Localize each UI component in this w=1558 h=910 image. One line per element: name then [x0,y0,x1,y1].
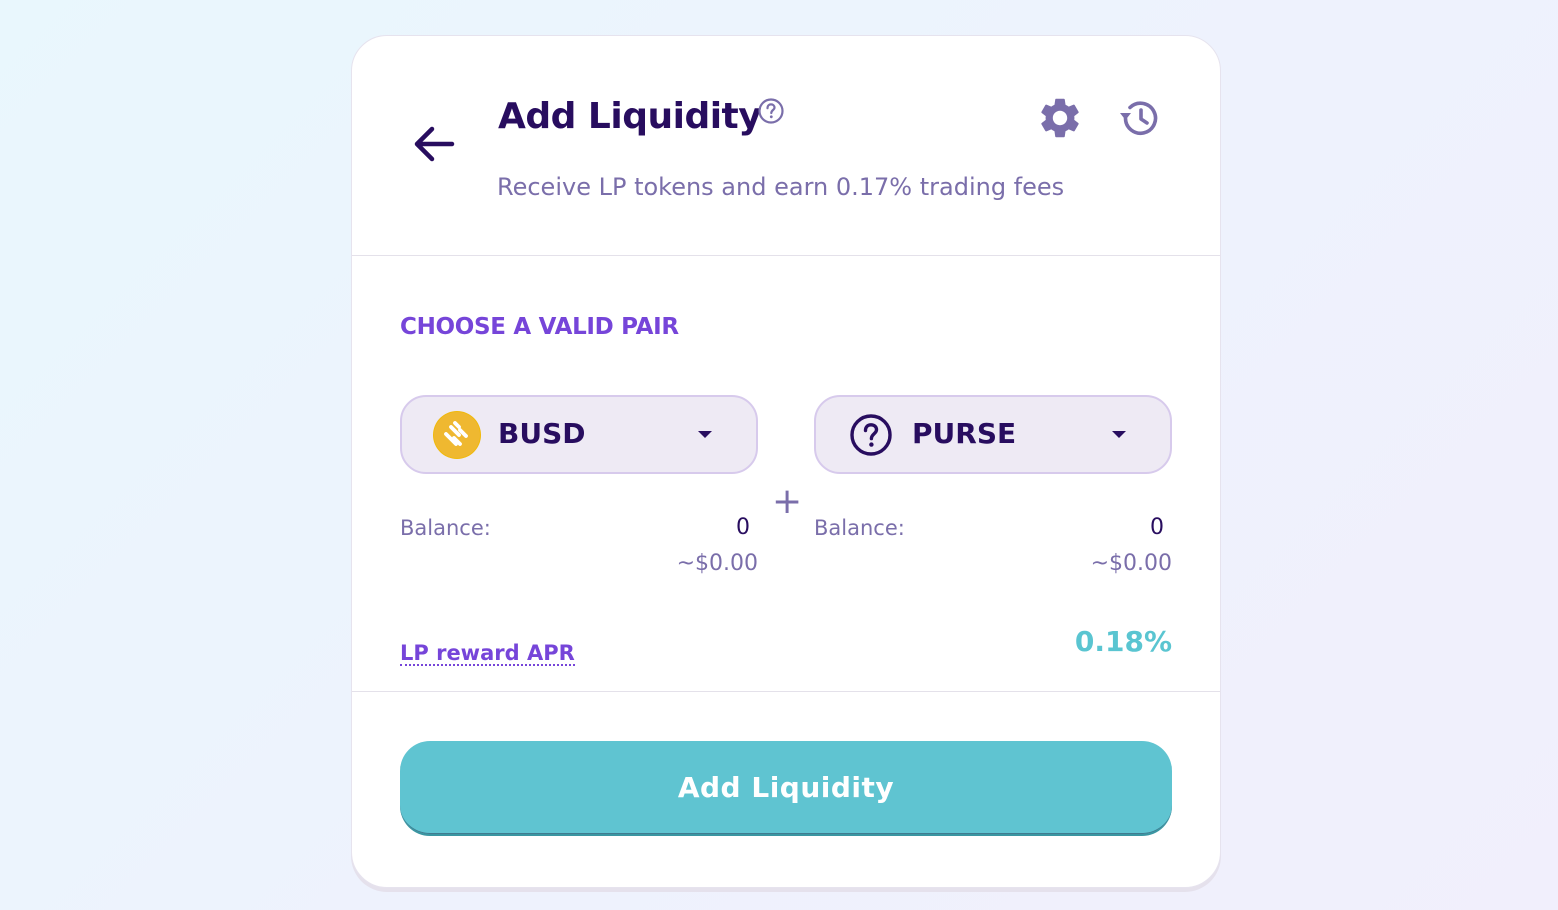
gear-icon [1041,98,1079,138]
page-title: Add Liquidity [498,96,762,137]
card-header: Add Liquidity Receive LP tokens and earn… [352,36,1220,256]
arrow-left-icon [414,126,455,162]
lp-reward-apr-value: 0.18% [1074,625,1172,658]
settings-button[interactable] [1036,94,1084,142]
token-a-select[interactable]: BUSD [400,395,758,474]
add-liquidity-button[interactable]: Add Liquidity [400,741,1172,836]
busd-coin-icon [433,411,481,459]
token-b-symbol: PURSE [912,417,1017,450]
history-icon [1120,101,1158,135]
token-a-usd-value: ~$0.00 [676,551,758,576]
unknown-token-question-icon [850,414,892,456]
plus-icon: + [772,481,803,522]
choose-pair-label: CHOOSE A VALID PAIR [400,314,679,340]
token-a-symbol: BUSD [498,417,586,450]
token-b-balance-label: Balance: [814,516,905,540]
token-a-balance: 0 [736,515,750,540]
token-b-select[interactable]: PURSE [814,395,1172,474]
token-b-balance: 0 [1150,515,1164,540]
back-button[interactable] [408,118,458,168]
history-button[interactable] [1115,93,1165,143]
chevron-down-icon [698,431,712,438]
token-a-balance-label: Balance: [400,516,491,540]
pair-section: CHOOSE A VALID PAIR BUSD + PURSE Balance… [352,256,1220,692]
add-liquidity-card: Add Liquidity Receive LP tokens and earn… [351,35,1221,888]
help-icon[interactable] [756,96,786,126]
lp-reward-apr-label[interactable]: LP reward APR [400,642,575,666]
chevron-down-icon [1112,431,1126,438]
page-subtitle: Receive LP tokens and earn 0.17% trading… [497,173,1065,201]
token-b-usd-value: ~$0.00 [1090,551,1172,576]
